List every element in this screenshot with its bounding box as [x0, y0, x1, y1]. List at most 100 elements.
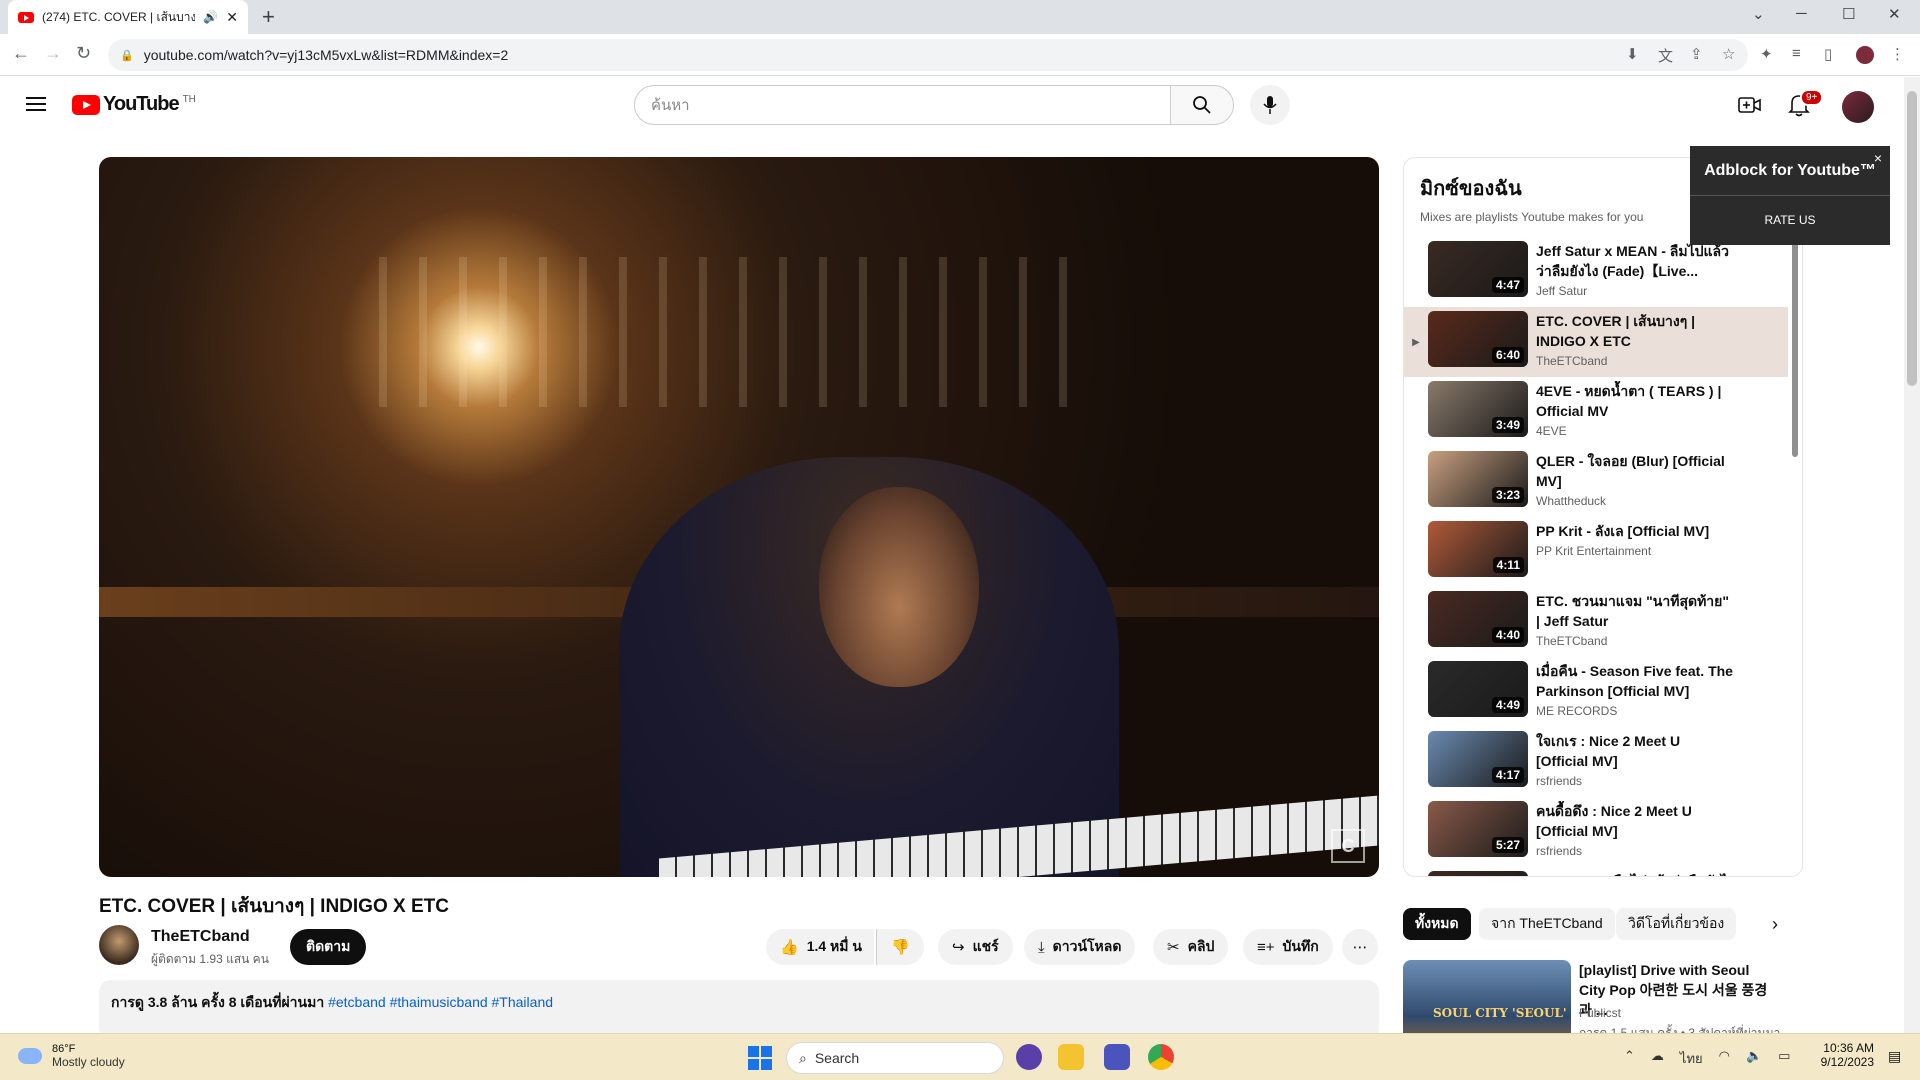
playlist-thumbnail[interactable]: 4:17	[1428, 731, 1528, 787]
playlist-item[interactable]: 5:27 คนดื้อดึง : Nice 2 Meet U [Official …	[1404, 797, 1788, 867]
account-avatar[interactable]	[1842, 91, 1874, 123]
bookmark-star-icon[interactable]: ☆	[1722, 45, 1735, 63]
profile-avatar-icon[interactable]	[1856, 46, 1874, 64]
playlist-thumbnail[interactable]	[1428, 871, 1528, 876]
chip-all[interactable]: ทั้งหมด	[1403, 908, 1471, 940]
adblock-close-icon[interactable]: ×	[1874, 150, 1882, 166]
reload-icon[interactable]: ↻	[76, 43, 91, 64]
minimize-button[interactable]: ─	[1796, 5, 1807, 22]
back-icon[interactable]: ←	[12, 43, 30, 64]
side-panel-icon[interactable]: ▯	[1824, 45, 1832, 63]
description-box[interactable]: การดู 3.8 ล้าน ครั้ง 8 เดือนที่ผ่านมา #e…	[99, 980, 1379, 1040]
weather-condition: Mostly cloudy	[52, 1055, 125, 1069]
playlist-thumbnail[interactable]: 5:27	[1428, 801, 1528, 857]
speaker-icon[interactable]: 🔊	[203, 10, 218, 24]
file-explorer-icon[interactable]	[1058, 1044, 1084, 1070]
playlist-item[interactable]: 4:47 Jeff Satur x MEAN - ลืมไปแล้วว่าลืมย…	[1404, 237, 1788, 307]
playlist-item-channel: rsfriends	[1536, 844, 1583, 858]
playlist-thumbnail[interactable]: 4:11	[1428, 521, 1528, 577]
notification-center-icon[interactable]: ▤	[1888, 1048, 1901, 1065]
battery-icon[interactable]: ▭	[1778, 1048, 1790, 1069]
close-window-button[interactable]: ✕	[1888, 5, 1901, 23]
channel-name[interactable]: TheETCband	[151, 928, 250, 946]
playlist-thumbnail[interactable]: 3:49	[1428, 381, 1528, 437]
page-scrollbar[interactable]	[1904, 77, 1920, 1033]
playlist-thumbnail[interactable]: 4:40	[1428, 591, 1528, 647]
playlist-item[interactable]: 4:49 เมื่อคืน - Season Five feat. The Par…	[1404, 657, 1788, 727]
search-icon: ⌕	[799, 1049, 807, 1066]
voice-search-button[interactable]	[1250, 85, 1290, 125]
search-input[interactable]: ค้นหา	[634, 85, 1174, 125]
page-scrollbar-thumb[interactable]	[1907, 91, 1917, 386]
chevron-right-icon[interactable]: ›	[1772, 914, 1778, 935]
playlist-item[interactable]: 4:40 ETC. ชวนมาแจม "นาทีสุดท้าย" | Jeff S…	[1404, 587, 1788, 657]
tab-search-icon[interactable]: ⌄	[1752, 5, 1765, 23]
clock[interactable]: 10:36 AM 9/12/2023	[1820, 1041, 1874, 1069]
playlist-item-meta: ETC. ชวนมาแจม "นาทีสุดท้าย" | Jeff Satur…	[1536, 591, 1736, 648]
start-button[interactable]	[748, 1046, 772, 1070]
browser-tab[interactable]: (274) ETC. COVER | เส้นบางๆ | I 🔊 ✕	[8, 0, 248, 34]
search-button[interactable]	[1170, 85, 1234, 125]
playlist-scrollbar[interactable]	[1792, 232, 1798, 457]
related-video-channel[interactable]: Publicst	[1579, 1006, 1621, 1020]
playlist-thumbnail[interactable]: 4:49	[1428, 661, 1528, 717]
weather-widget[interactable]: 86°F Mostly cloudy	[18, 1043, 125, 1069]
onedrive-icon[interactable]: ☁	[1651, 1048, 1664, 1069]
playlist-item-title: Jeff Satur - ลืมไปแล้วว่าลืมยังไง	[1536, 871, 1736, 876]
chrome-icon[interactable]	[1148, 1044, 1174, 1070]
new-tab-button[interactable]: +	[262, 4, 275, 30]
create-video-button[interactable]	[1738, 95, 1762, 120]
playlist-thumbnail[interactable]: 4:47	[1428, 241, 1528, 297]
playlist-thumbnail[interactable]: 6:40	[1428, 311, 1528, 367]
download-button[interactable]: ⤓ ดาวน์โหลด	[1024, 929, 1136, 965]
dislike-button[interactable]: 👎	[876, 929, 924, 965]
share-page-icon[interactable]: ⇪	[1690, 45, 1703, 63]
playlist-item[interactable]: 3:23 QLER - ใจลอย (Blur) [Official MV] Wha…	[1404, 447, 1788, 517]
youtube-logo[interactable]: YouTube TH	[72, 93, 196, 116]
playlist-item[interactable]: 3:49 4EVE - หยดน้ำตา ( TEARS ) | Official…	[1404, 377, 1788, 447]
like-button[interactable]: 👍 1.4 หมื่ น	[766, 929, 874, 965]
clip-button[interactable]: ✂ คลิป	[1153, 929, 1229, 965]
more-actions-button[interactable]: ⋯	[1342, 929, 1378, 965]
channel-watermark[interactable]: C	[1331, 829, 1365, 863]
taskbar-search[interactable]: ⌕ Search	[786, 1042, 1004, 1074]
language-indicator[interactable]: ไทย	[1680, 1048, 1703, 1069]
rate-us-button[interactable]: RATE US	[1690, 196, 1890, 244]
chip-from-channel[interactable]: จาก TheETCband	[1479, 908, 1615, 940]
share-button[interactable]: ↪ แชร์	[938, 929, 1013, 965]
playlist-item[interactable]: ▶ 6:40 ETC. COVER | เส้นบางๆ | INDIGO X ET…	[1404, 307, 1788, 377]
chevron-up-icon[interactable]: ⌃	[1624, 1048, 1635, 1069]
extensions-icon[interactable]: ✦	[1760, 45, 1773, 63]
wifi-icon[interactable]: ◠	[1719, 1048, 1730, 1069]
playlist-item[interactable]: 4:11 PP Krit - ลังเล [Official MV] PP Krit…	[1404, 517, 1788, 587]
volume-icon[interactable]: 🔈	[1746, 1048, 1762, 1069]
menu-icon[interactable]	[24, 93, 48, 117]
maximize-button[interactable]: ☐	[1842, 5, 1855, 23]
playlist-item[interactable]: Jeff Satur - ลืมไปแล้วว่าลืมยังไง	[1404, 867, 1788, 876]
playlist-item-title: คนดื้อดึง : Nice 2 Meet U [Official MV]	[1536, 803, 1692, 839]
hashtags[interactable]: #etcband #thaimusicband #Thailand	[328, 994, 553, 1010]
subscribe-button[interactable]: ติดตาม	[290, 929, 367, 965]
tab-close-icon[interactable]: ✕	[226, 9, 238, 26]
playlist-item[interactable]: 4:17 ใจเกเร : Nice 2 Meet U [Official MV]…	[1404, 727, 1788, 797]
chip-related[interactable]: วิดีโอที่เกี่ยวข้อง	[1616, 908, 1737, 940]
browser-menu-icon[interactable]: ⋮	[1890, 45, 1905, 63]
clip-label: คลิป	[1187, 938, 1215, 954]
search-icon	[1193, 96, 1211, 114]
translate-icon[interactable]: 文	[1658, 45, 1673, 66]
playlist-item-title: ใจเกเร : Nice 2 Meet U [Official MV]	[1536, 733, 1681, 769]
media-control-icon[interactable]: ≡	[1792, 45, 1801, 62]
forward-icon[interactable]: →	[44, 43, 62, 64]
channel-avatar[interactable]	[99, 925, 139, 965]
app-icon-1[interactable]	[1016, 1044, 1042, 1070]
playlist-thumbnail[interactable]: 3:23	[1428, 451, 1528, 507]
save-button[interactable]: ≡+ บันทึก	[1243, 929, 1333, 965]
playlist-item-meta: คนดื้อดึง : Nice 2 Meet U [Official MV] r…	[1536, 801, 1736, 858]
lock-icon[interactable]: 🔒	[120, 49, 134, 62]
teams-icon[interactable]	[1104, 1044, 1130, 1070]
playlist-item-channel: ME RECORDS	[1536, 704, 1618, 718]
duration-badge: 4:11	[1492, 557, 1524, 573]
address-bar[interactable]: 🔒 youtube.com/watch?v=yj13cM5vxLw&list=R…	[108, 39, 1748, 71]
install-app-icon[interactable]: ⬇	[1626, 45, 1639, 63]
video-player[interactable]: C	[99, 157, 1379, 877]
